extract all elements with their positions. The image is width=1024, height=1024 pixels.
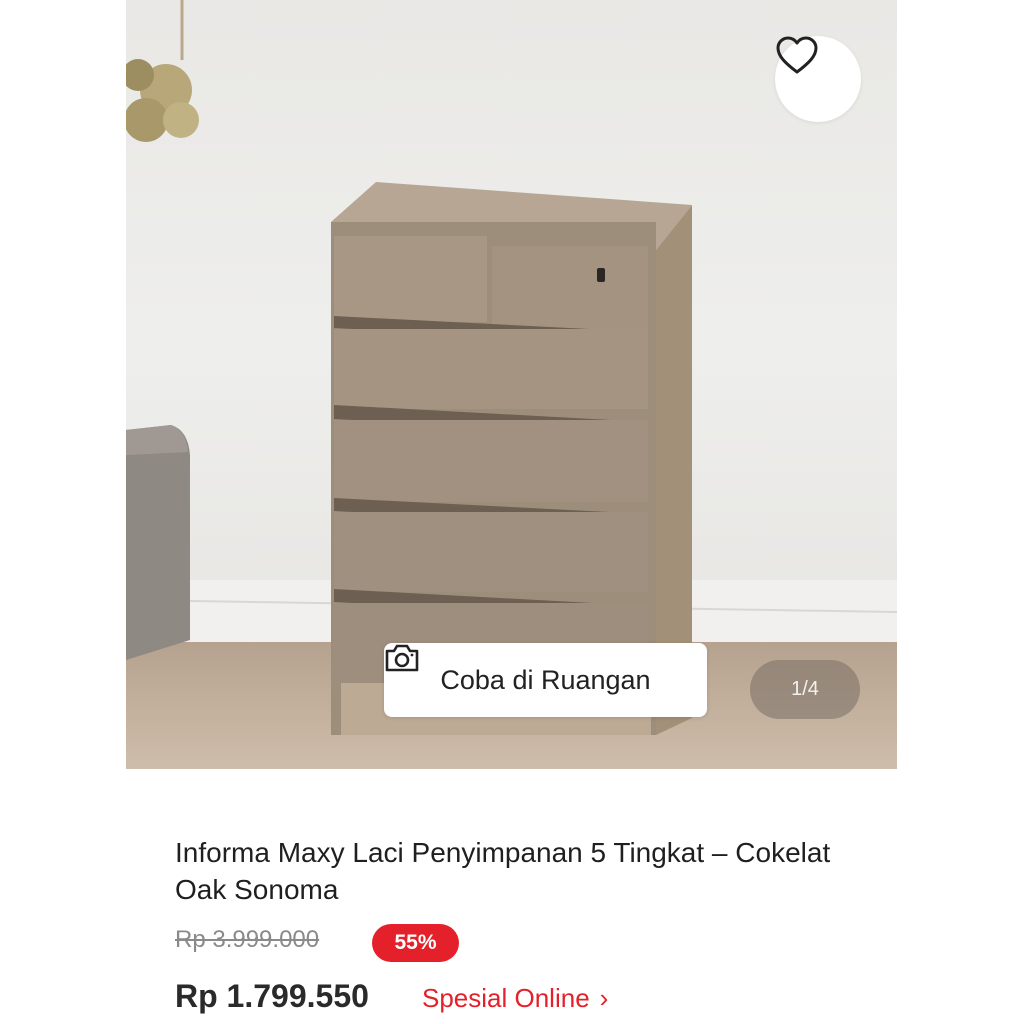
- wishlist-button[interactable]: [775, 36, 861, 122]
- chevron-right-icon: ›: [599, 983, 609, 1013]
- image-counter: 1/4: [750, 660, 860, 719]
- try-in-room-button[interactable]: Coba di Ruangan: [384, 643, 707, 717]
- product-title: Informa Maxy Laci Penyimpanan 5 Tingkat …: [175, 837, 831, 905]
- product-detail-content: Coba di Ruangan 1/4 Informa Maxy Laci Pe…: [126, 0, 897, 1024]
- special-online-link[interactable]: Spesial Online ›: [422, 983, 608, 1014]
- special-online-label: Spesial Online: [422, 983, 590, 1013]
- product-image-gallery[interactable]: Coba di Ruangan 1/4: [126, 0, 897, 769]
- heart-outline-icon: [776, 36, 818, 74]
- camera-icon: [385, 644, 419, 672]
- product-detail-page: Coba di Ruangan 1/4 Informa Maxy Laci Pe…: [0, 0, 1024, 1024]
- original-price: Rp 3.999.000: [175, 926, 320, 953]
- sofa: [126, 425, 190, 660]
- discount-badge: 55%: [372, 924, 459, 962]
- sale-price: Rp 1.799.550: [175, 978, 369, 1014]
- try-in-room-label: Coba di Ruangan: [440, 664, 651, 695]
